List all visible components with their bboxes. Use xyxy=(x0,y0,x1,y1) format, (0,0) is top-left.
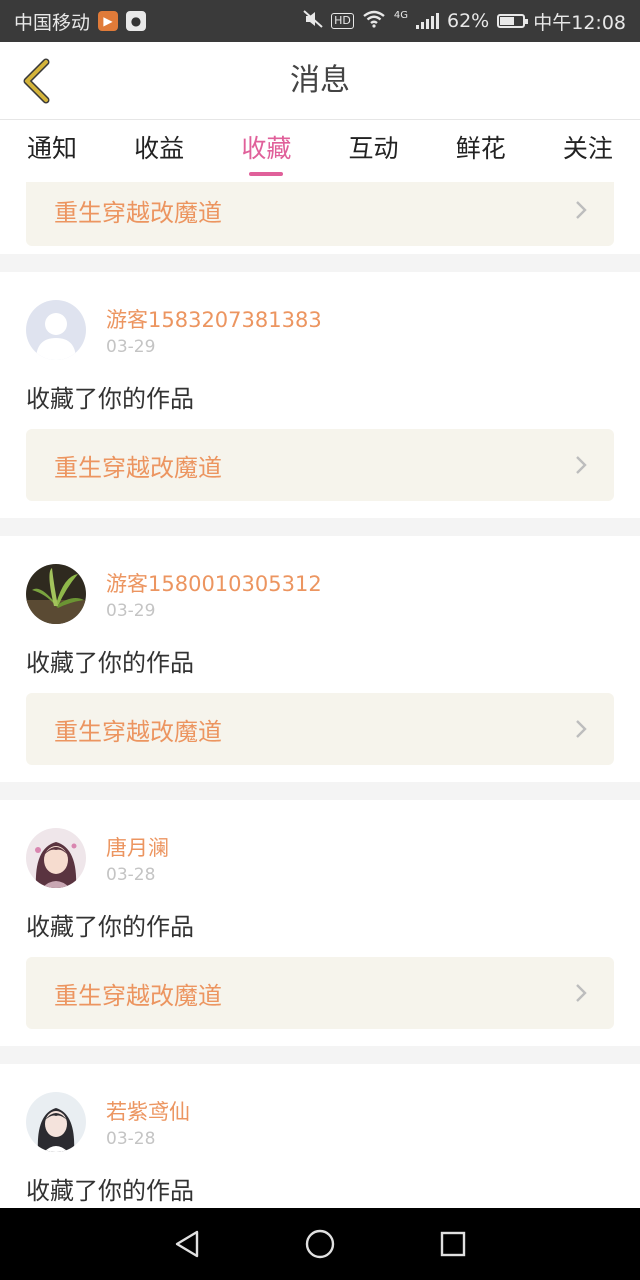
anime-girl-avatar-icon xyxy=(26,828,86,888)
avatar[interactable] xyxy=(26,1092,86,1152)
avatar[interactable] xyxy=(26,828,86,888)
avatar[interactable] xyxy=(26,564,86,624)
timestamp: 03-29 xyxy=(106,601,156,621)
work-title: 重生穿越改魔道 xyxy=(54,198,222,227)
nav-recents-button[interactable] xyxy=(423,1214,483,1274)
list-item: 唐月澜 03-28 收藏了你的作品 重生穿越改魔道 xyxy=(0,800,640,1046)
tab-earnings[interactable]: 收益 xyxy=(123,120,195,182)
action-text: 收藏了你的作品 xyxy=(26,649,194,677)
username[interactable]: 游客1583207381383 xyxy=(106,304,322,334)
action-text: 收藏了你的作品 xyxy=(26,913,194,941)
back-triangle-icon xyxy=(175,1230,198,1258)
default-avatar-icon xyxy=(26,300,86,360)
list-item: 游客1583207381383 03-29 收藏了你的作品 重生穿越改魔道 xyxy=(0,272,640,518)
network-type: 4G xyxy=(393,9,408,21)
system-nav-bar xyxy=(0,1208,640,1280)
status-bar: 中国移动 ▶ ● HD 4G 62% 中午12:08 xyxy=(0,0,640,42)
clock: 中午12:08 xyxy=(533,11,626,34)
tab-bar: 通知 收益 收藏 互动 鲜花 关注 xyxy=(0,120,640,182)
timestamp: 03-29 xyxy=(106,337,156,357)
carrier-label: 中国移动 xyxy=(14,11,91,34)
nav-home-button[interactable] xyxy=(290,1214,350,1274)
avatar[interactable] xyxy=(26,300,86,360)
recents-square-icon xyxy=(441,1231,466,1257)
work-title: 重生穿越改魔道 xyxy=(54,981,222,1010)
signal-icon xyxy=(416,13,439,29)
wifi-icon xyxy=(362,10,386,33)
chevron-right-icon xyxy=(576,984,587,1002)
battery-percent: 62% xyxy=(447,10,490,32)
chevron-right-icon xyxy=(576,201,587,219)
timestamp: 03-28 xyxy=(106,1129,156,1149)
plant-photo-avatar-icon xyxy=(26,564,86,624)
nav-back-button[interactable] xyxy=(157,1214,217,1274)
chevron-right-icon xyxy=(576,456,587,474)
hd-icon: HD xyxy=(331,13,354,29)
list-item: 若紫鸢仙 03-28 收藏了你的作品 xyxy=(0,1064,640,1208)
chevron-left-icon xyxy=(23,58,50,104)
action-text: 收藏了你的作品 xyxy=(26,1177,194,1205)
work-link[interactable]: 重生穿越改魔道 xyxy=(26,957,614,1029)
work-title: 重生穿越改魔道 xyxy=(54,453,222,482)
header: 消息 xyxy=(0,42,640,120)
list-item: 游客1580010305312 03-29 收藏了你的作品 重生穿越改魔道 xyxy=(0,536,640,782)
tab-favorites[interactable]: 收藏 xyxy=(230,120,302,182)
home-circle-icon xyxy=(305,1229,335,1259)
action-text: 收藏了你的作品 xyxy=(26,385,194,413)
list-item: 重生穿越改魔道 xyxy=(0,182,640,254)
back-button[interactable] xyxy=(14,56,58,106)
username[interactable]: 游客1580010305312 xyxy=(106,568,322,598)
work-link[interactable]: 重生穿越改魔道 xyxy=(26,429,614,501)
username[interactable]: 唐月澜 xyxy=(106,832,169,862)
work-link[interactable]: 重生穿越改魔道 xyxy=(26,182,614,246)
tab-notifications[interactable]: 通知 xyxy=(16,120,88,182)
battery-icon xyxy=(497,14,529,28)
work-title: 重生穿越改魔道 xyxy=(54,717,222,746)
timestamp: 03-28 xyxy=(106,865,156,885)
username[interactable]: 若紫鸢仙 xyxy=(106,1096,190,1126)
tab-flowers[interactable]: 鲜花 xyxy=(445,120,517,182)
page-title: 消息 xyxy=(290,63,350,98)
tab-interactions[interactable]: 互动 xyxy=(338,120,410,182)
tab-follows[interactable]: 关注 xyxy=(552,120,624,182)
mute-icon xyxy=(303,9,323,33)
work-link[interactable]: 重生穿越改魔道 xyxy=(26,693,614,765)
girl-photo-avatar-icon xyxy=(26,1092,86,1152)
chevron-right-icon xyxy=(576,720,587,738)
app-notification-icon: ● xyxy=(126,11,147,31)
video-app-icon: ▶ xyxy=(98,11,119,31)
message-list: 重生穿越改魔道 游客1583207381383 03-29 收藏了你的作品 重生… xyxy=(0,182,640,1208)
